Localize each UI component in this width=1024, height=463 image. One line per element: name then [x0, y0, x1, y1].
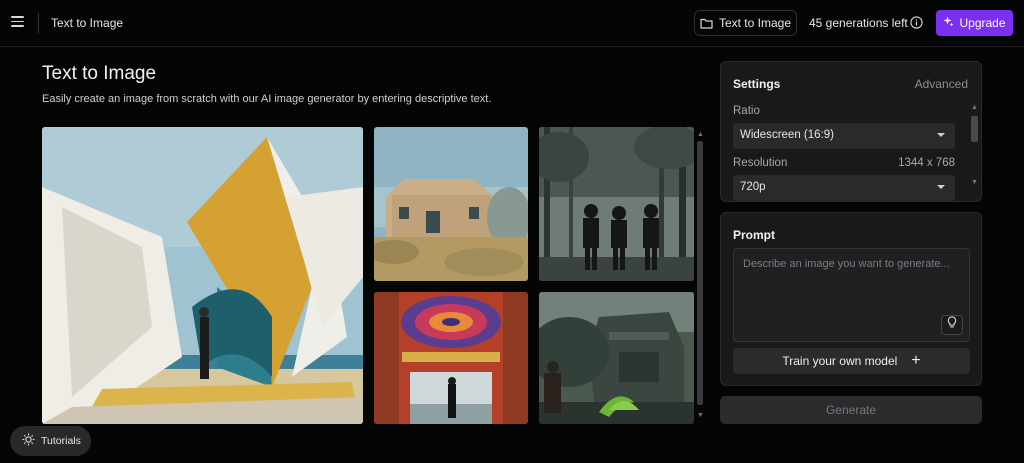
gallery-image-forest-silhouettes[interactable] [539, 127, 694, 281]
gallery-image-farmhouse[interactable] [374, 127, 528, 281]
settings-title: Settings [733, 77, 781, 91]
sparkle-icon [943, 16, 954, 30]
ratio-label: Ratio [733, 105, 760, 117]
advanced-settings-link[interactable]: Advanced [915, 77, 968, 91]
page-subtitle: Easily create an image from scratch with… [42, 93, 492, 105]
lightbulb-icon [22, 433, 35, 449]
scroll-up-arrow-icon[interactable]: ▲ [971, 104, 978, 111]
prompt-input-container [733, 248, 970, 342]
ratio-select-value: Widescreen (16:9) [740, 129, 834, 141]
prompt-textarea[interactable] [734, 249, 969, 341]
resolution-label: Resolution [733, 157, 788, 169]
hamburger-menu-icon[interactable] [11, 16, 24, 28]
gallery-image-sculpture[interactable] [42, 127, 363, 424]
prompt-ideas-button[interactable] [941, 315, 963, 335]
chevron-down-icon [937, 133, 945, 137]
gallery-image-jungle-temple[interactable] [539, 292, 694, 424]
settings-scroll-thumb[interactable] [971, 116, 978, 142]
scroll-down-arrow-icon[interactable]: ▼ [971, 179, 978, 186]
folder-button-label: Text to Image [718, 16, 792, 30]
settings-scrollbar[interactable]: ▲ ▼ [970, 104, 979, 190]
train-model-label: Train your own model [782, 354, 898, 368]
prompt-title: Prompt [733, 228, 775, 242]
train-your-own-model-button[interactable]: Train your own model + [733, 348, 970, 374]
folder-icon [700, 18, 713, 29]
example-image-gallery [42, 127, 694, 424]
page-title: Text to Image [42, 63, 157, 84]
scroll-up-arrow-icon[interactable]: ▲ [697, 131, 704, 138]
info-icon[interactable] [910, 16, 923, 29]
resolution-select-value: 720p [740, 181, 766, 193]
app-title: Text to Image [51, 16, 124, 30]
upgrade-label: Upgrade [959, 16, 1006, 30]
generations-left-counter: 45 generations left [809, 16, 908, 30]
gallery-scrollbar[interactable]: ▲ ▼ [694, 127, 706, 424]
chevron-down-icon [937, 185, 945, 189]
tutorials-label: Tutorials [41, 435, 81, 447]
resolution-dimensions: 1344 x 768 [898, 157, 955, 169]
text-to-image-folder-button[interactable]: Text to Image [694, 10, 797, 36]
ratio-select[interactable]: Widescreen (16:9) [733, 123, 955, 149]
header-divider [38, 13, 39, 33]
tutorials-button[interactable]: Tutorials [10, 426, 91, 456]
gallery-scroll-thumb[interactable] [697, 141, 703, 405]
gallery-image-mandala-doorway[interactable] [374, 292, 528, 424]
top-bar: Text to Image Text to Image 45 generatio… [0, 0, 1024, 47]
plus-icon: + [911, 352, 921, 369]
generate-button[interactable]: Generate [720, 396, 982, 424]
scroll-down-arrow-icon[interactable]: ▼ [697, 412, 704, 419]
upgrade-button[interactable]: Upgrade [936, 10, 1013, 36]
prompt-panel: Prompt Train your own model + [720, 212, 982, 386]
settings-panel: Settings Advanced Ratio Widescreen (16:9… [720, 61, 982, 202]
resolution-select[interactable]: 720p [733, 175, 955, 201]
lightbulb-icon [947, 316, 957, 334]
